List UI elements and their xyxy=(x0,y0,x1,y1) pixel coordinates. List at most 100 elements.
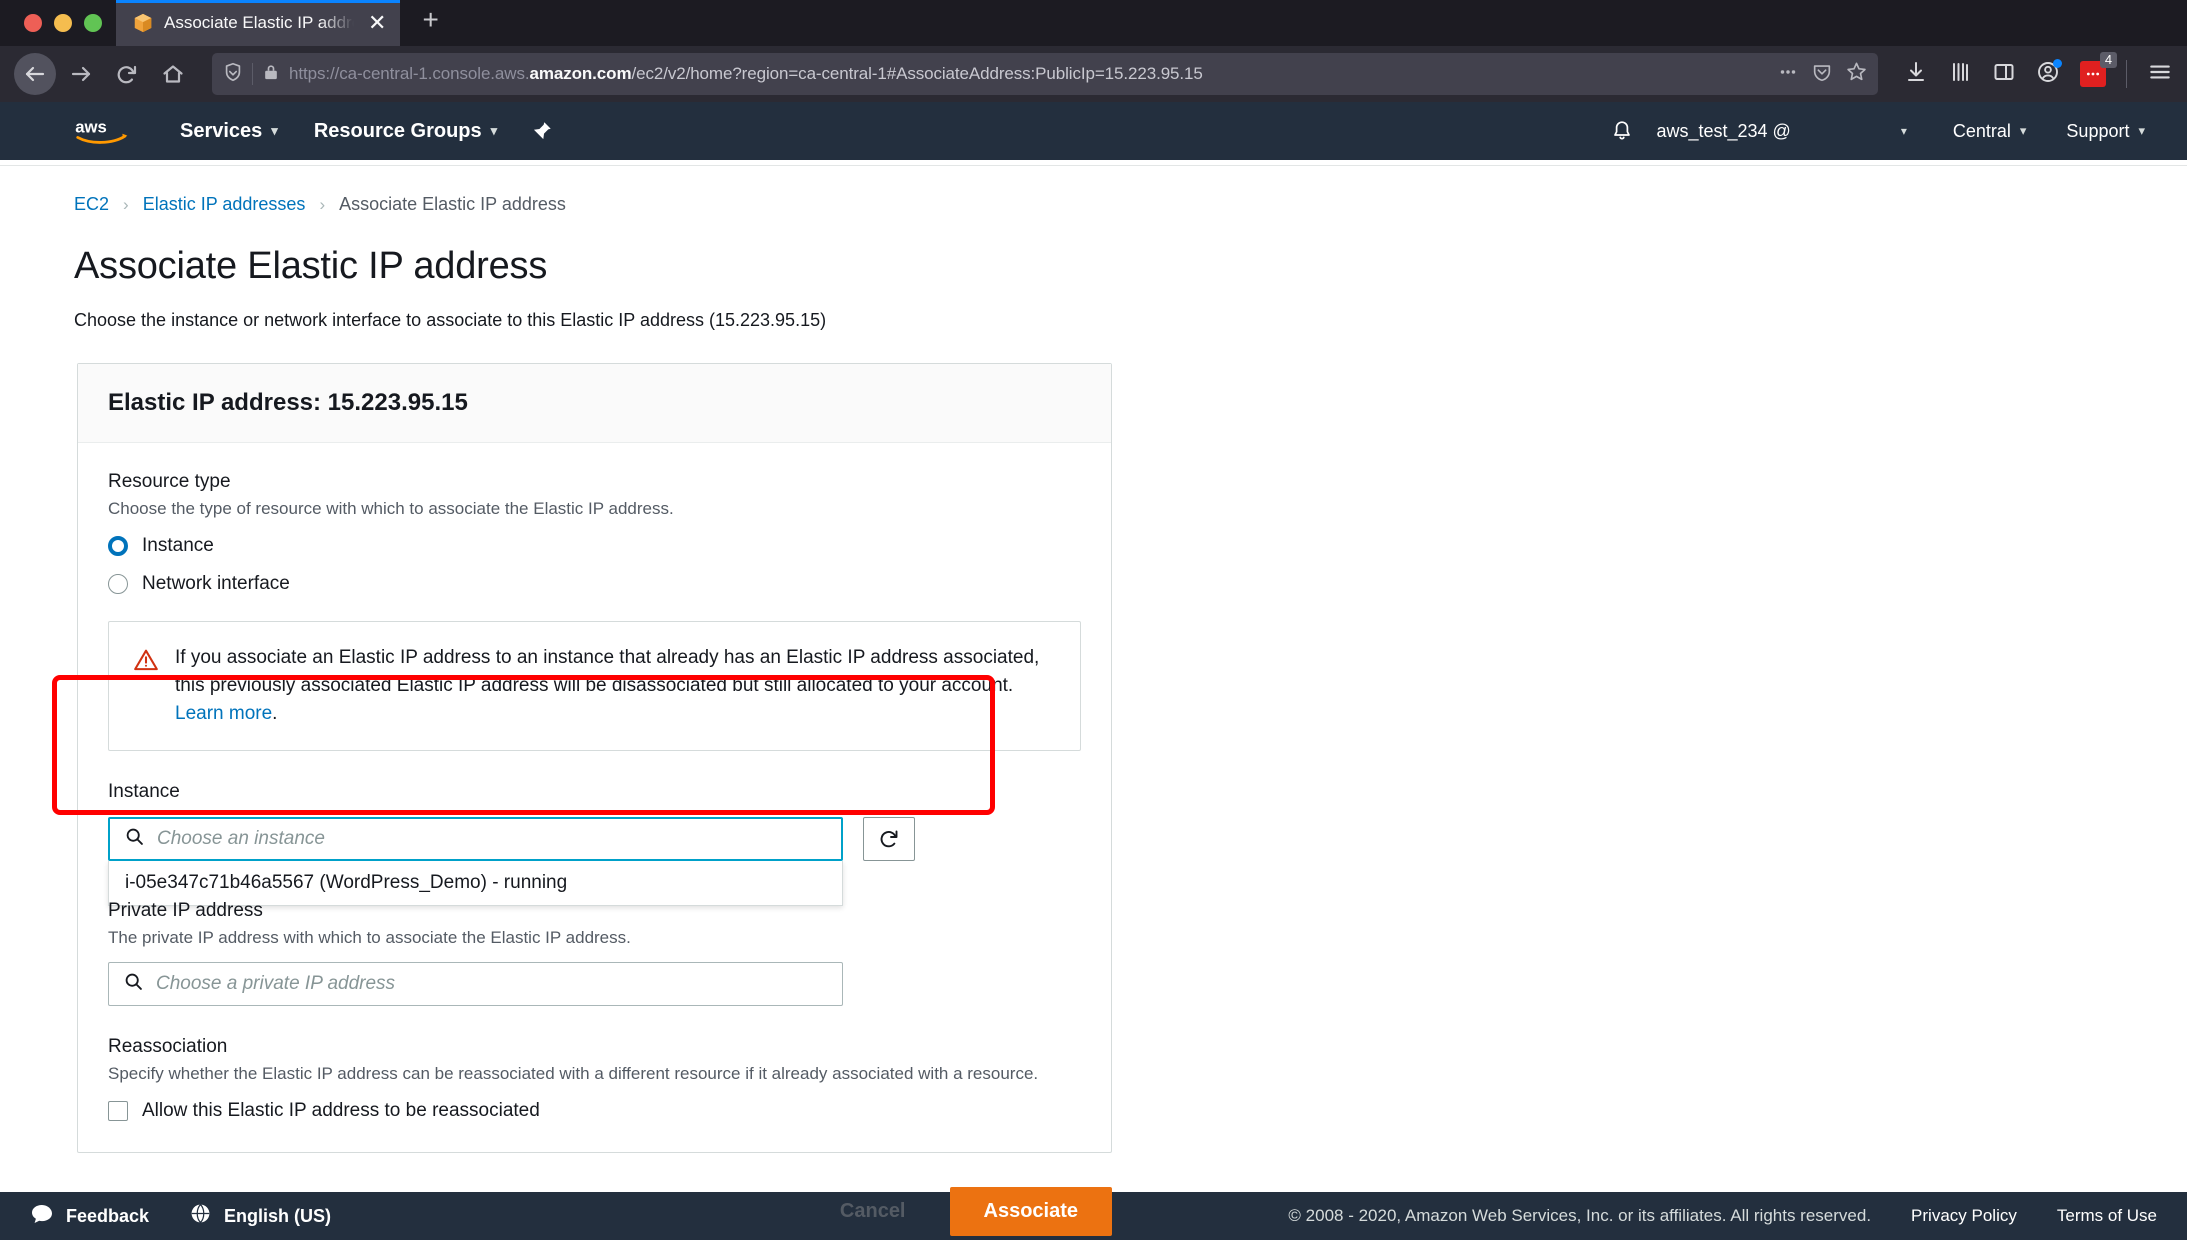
star-icon[interactable] xyxy=(1845,60,1868,88)
aws-ec2-box-icon xyxy=(134,13,152,33)
minimize-window-button[interactable] xyxy=(54,14,72,32)
chevron-right-icon: › xyxy=(123,194,129,214)
warning-alert-body: If you associate an Elastic IP address t… xyxy=(175,647,1040,697)
breadcrumb-item-current: Associate Elastic IP address xyxy=(339,194,566,214)
page-title: Associate Elastic IP address xyxy=(74,245,548,287)
private-ip-field-group: Private IP address The private IP addres… xyxy=(108,900,1081,1007)
aws-nav-right: aws_test_234 @ ▾ Central ▾ Support ▾ xyxy=(1588,119,2165,143)
reassociation-description: Specify whether the Elastic IP address c… xyxy=(108,1064,1039,1084)
extension-badge-count: 4 xyxy=(2100,52,2117,68)
instance-input-placeholder: Choose an instance xyxy=(157,828,325,850)
warning-alert: If you associate an Elastic IP address t… xyxy=(108,621,1081,752)
nav-resource-groups-label: Resource Groups xyxy=(313,120,482,142)
reassociation-checkbox[interactable] xyxy=(108,1101,128,1122)
url-path: /ec2/v2/home?region=ca-central-1#Associa… xyxy=(631,64,1203,83)
chevron-down-icon: ▾ xyxy=(2138,123,2145,138)
close-window-button[interactable] xyxy=(24,14,42,32)
chevron-down-icon: ▾ xyxy=(2019,123,2027,138)
warning-alert-text: If you associate an Elastic IP address t… xyxy=(175,644,1055,728)
new-tab-button[interactable]: + xyxy=(400,6,456,40)
support-menu[interactable]: Support ▾ xyxy=(2046,121,2165,142)
instance-dropdown-option[interactable]: i-05e347c71b46a5567 (WordPress_Demo) - r… xyxy=(109,861,842,905)
hamburger-menu-icon[interactable] xyxy=(2147,59,2173,90)
private-ip-label: Private IP address xyxy=(108,900,263,922)
urlbar-divider xyxy=(252,63,253,85)
arrow-right-icon[interactable] xyxy=(60,53,102,95)
window-traffic-lights xyxy=(16,0,116,46)
nav-services-menu[interactable]: Services ▾ xyxy=(162,102,296,160)
cancel-button[interactable]: Cancel xyxy=(826,1190,920,1233)
browser-tabstrip: Associate Elastic IP address | EC2 ✕ + xyxy=(0,0,2187,46)
aws-global-nav: aws Services ▾ Resource Groups ▾ aws_tes… xyxy=(0,102,2187,160)
download-icon[interactable] xyxy=(1904,60,1928,89)
url-prefix: https://ca-central-1.console.aws. xyxy=(289,64,530,83)
url-text[interactable]: https://ca-central-1.console.aws.amazon.… xyxy=(289,64,1769,84)
page-subtitle: Choose the instance or network interface… xyxy=(74,310,827,330)
radio-network-interface-label: Network interface xyxy=(142,573,290,594)
region-label: Central xyxy=(1952,120,2011,141)
extension-icon[interactable]: 4 xyxy=(2080,52,2117,87)
chevron-down-icon[interactable]: ▾ xyxy=(1901,124,1933,138)
reassociation-field-group: Reassociation Specify whether the Elasti… xyxy=(108,1036,1081,1122)
library-icon[interactable] xyxy=(1948,60,1972,89)
footer-right: © 2008 - 2020, Amazon Web Services, Inc.… xyxy=(1288,1206,2157,1226)
private-ip-input-placeholder: Choose a private IP address xyxy=(156,973,396,995)
reassociation-checkbox-label: Allow this Elastic IP address to be reas… xyxy=(142,1100,540,1122)
account-menu-label[interactable]: aws_test_234 @ xyxy=(1656,121,1900,142)
maximize-window-button[interactable] xyxy=(84,14,102,32)
reassociation-checkbox-row[interactable]: Allow this Elastic IP address to be reas… xyxy=(108,1100,1081,1122)
instance-label: Instance xyxy=(108,781,180,803)
radio-option-instance[interactable]: Instance xyxy=(108,535,1081,557)
ellipsis-icon[interactable] xyxy=(1777,61,1799,88)
radio-option-network-interface[interactable]: Network interface xyxy=(108,573,1081,595)
resource-type-label: Resource type xyxy=(108,471,231,492)
url-host: amazon.com xyxy=(529,64,632,83)
svg-text:aws: aws xyxy=(75,117,107,136)
associate-button[interactable]: Associate xyxy=(949,1187,1112,1237)
chevron-right-icon: › xyxy=(319,194,326,214)
radio-network-interface-indicator[interactable] xyxy=(108,574,128,594)
private-ip-combo-row: Choose a private IP address xyxy=(108,962,1081,1007)
region-menu[interactable]: Central ▾ xyxy=(1933,121,2047,142)
breadcrumb-item-ec2[interactable]: EC2 xyxy=(74,194,109,215)
address-bar[interactable]: https://ca-central-1.console.aws.amazon.… xyxy=(212,53,1878,95)
instance-combo-row: Choose an instance xyxy=(108,817,1081,862)
shield-icon[interactable] xyxy=(222,61,244,88)
resource-type-description: Choose the type of resource with which t… xyxy=(108,499,674,518)
instance-field-group: Instance Choose an instance i-05e347c71b… xyxy=(108,781,1081,907)
refresh-instances-button[interactable] xyxy=(863,817,915,862)
pocket-icon[interactable] xyxy=(1811,61,1833,88)
warning-alert-period: . xyxy=(272,703,278,725)
speech-bubble-icon xyxy=(30,1203,54,1230)
private-ip-description: The private IP address with which to ass… xyxy=(108,928,631,948)
privacy-policy-link[interactable]: Privacy Policy xyxy=(1911,1206,2017,1226)
account-icon[interactable] xyxy=(2036,58,2062,89)
bell-icon[interactable] xyxy=(1588,119,1656,143)
browser-tab[interactable]: Associate Elastic IP address | EC2 ✕ xyxy=(116,0,401,46)
reload-icon[interactable] xyxy=(106,53,148,95)
nav-resource-groups-menu[interactable]: Resource Groups ▾ xyxy=(296,102,515,160)
private-ip-input[interactable]: Choose a private IP address xyxy=(108,962,843,1007)
card-body: Resource type Choose the type of resourc… xyxy=(78,443,1111,1152)
aws-logo[interactable]: aws xyxy=(74,117,136,146)
arrow-left-icon[interactable] xyxy=(14,53,56,95)
close-icon[interactable]: ✕ xyxy=(364,12,390,34)
breadcrumb-item-elastic-ip-addresses[interactable]: Elastic IP addresses xyxy=(143,194,306,215)
learn-more-link[interactable]: Learn more xyxy=(175,703,272,724)
copyright-text: © 2008 - 2020, Amazon Web Services, Inc.… xyxy=(1288,1206,1872,1225)
toolbar-divider xyxy=(2126,60,2127,88)
search-icon xyxy=(124,826,145,852)
radio-instance-indicator[interactable] xyxy=(108,536,128,556)
pin-icon[interactable] xyxy=(515,120,569,142)
sidebar-icon[interactable] xyxy=(1992,60,2016,89)
search-icon xyxy=(123,971,144,997)
associate-form-card: Elastic IP address: 15.223.95.15 Resourc… xyxy=(77,363,1112,1154)
card-header-title: Elastic IP address: 15.223.95.15 xyxy=(108,389,468,416)
terms-of-use-link[interactable]: Terms of Use xyxy=(2057,1206,2157,1226)
chevron-down-icon: ▾ xyxy=(271,123,278,138)
nav-services-label: Services xyxy=(180,120,263,142)
resource-type-group: Resource type Choose the type of resourc… xyxy=(108,471,1081,595)
lock-icon[interactable] xyxy=(261,62,281,87)
home-icon[interactable] xyxy=(152,53,194,95)
instance-input[interactable]: Choose an instance xyxy=(108,817,843,862)
